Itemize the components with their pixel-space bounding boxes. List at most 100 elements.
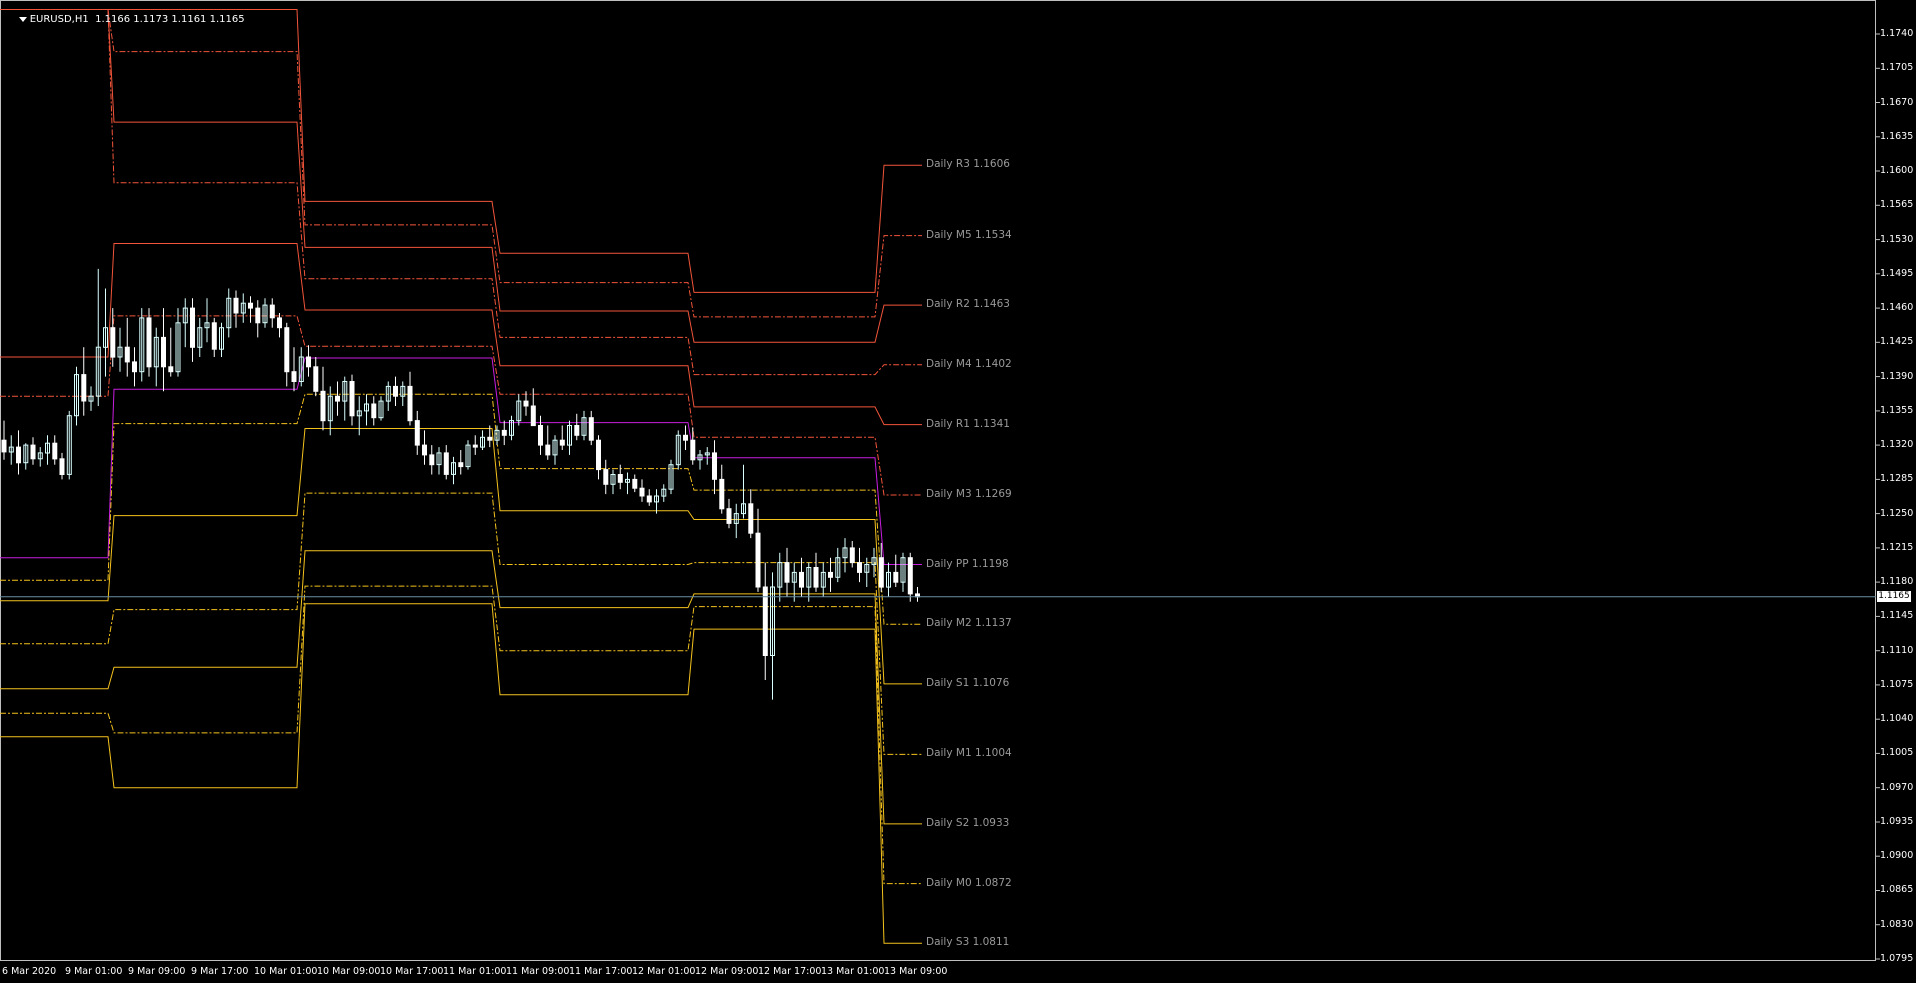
candle [451, 456, 456, 485]
candle-body [907, 557, 913, 595]
candle [596, 435, 601, 480]
candle [407, 371, 413, 426]
candle-body [211, 322, 217, 350]
candle [291, 347, 297, 392]
y-tick-label: 1.1740 [1880, 28, 1914, 39]
candle [733, 503, 739, 539]
candle-body [646, 495, 652, 503]
candle-body [545, 444, 551, 456]
candle [45, 435, 50, 465]
dropdown-arrow-icon[interactable] [18, 16, 27, 22]
candle [320, 366, 326, 431]
pivot-label-m1: Daily M1 1.1004 [926, 747, 1012, 759]
candle-body [501, 429, 507, 436]
candle [277, 313, 282, 338]
pivot-label-r3: Daily R3 1.1606 [926, 158, 1010, 170]
candle [153, 327, 159, 387]
candle-body [146, 317, 152, 368]
candle-body [893, 571, 899, 583]
candle [683, 425, 688, 450]
candle [342, 376, 348, 421]
candle [248, 296, 253, 323]
candle [458, 450, 464, 475]
candle [262, 298, 268, 328]
candle [371, 396, 377, 426]
candle-body [284, 327, 290, 373]
pivot-line-m1 [0, 492, 922, 755]
x-tick-label: 10 Mar 17:00 [380, 966, 444, 977]
y-tick-label: 1.1460 [1880, 302, 1914, 313]
candle [190, 298, 195, 362]
candle-body [30, 444, 36, 460]
y-tick-label: 1.1670 [1880, 97, 1914, 108]
candle [501, 420, 507, 446]
candle-body [233, 297, 239, 314]
x-tick-label: 11 Mar 01:00 [443, 966, 507, 977]
x-tick-label: 9 Mar 01:00 [65, 966, 123, 977]
candle-body [443, 452, 449, 475]
candle-body [588, 417, 594, 441]
candle [603, 459, 609, 495]
candle [349, 374, 355, 426]
candle [820, 562, 826, 597]
candle-body [719, 478, 725, 510]
candle [726, 498, 732, 529]
x-tick-label: 9 Mar 17:00 [191, 966, 249, 977]
candle [697, 450, 703, 470]
candle [632, 474, 638, 493]
candle [755, 508, 761, 592]
candle [204, 298, 210, 343]
candle [8, 435, 14, 465]
candle [436, 447, 442, 475]
candle-body [393, 385, 398, 397]
candle [813, 552, 819, 592]
candle-body [878, 557, 884, 588]
candle-body [349, 381, 355, 417]
candle-body [1, 439, 7, 453]
y-tick-label: 1.1565 [1880, 199, 1914, 210]
candle-body [168, 366, 174, 373]
candle-body [291, 371, 297, 383]
candle [168, 327, 174, 377]
candle [552, 435, 558, 465]
candle [523, 391, 529, 416]
symbol-header[interactable]: EURUSD,H1 1.1166 1.1173 1.1161 1.1165 [6, 3, 245, 36]
candle [16, 430, 21, 475]
pivot-label-m2: Daily M2 1.1137 [926, 617, 1012, 629]
candle-body [255, 307, 261, 324]
candle-body [429, 454, 435, 466]
candle [124, 317, 130, 377]
candle [197, 317, 203, 357]
candle [893, 554, 899, 587]
candle [509, 415, 514, 441]
candle [52, 435, 58, 465]
pivot-label-s3: Daily S3 1.0811 [926, 936, 1010, 948]
pivot-label-pp: Daily PP 1.1198 [926, 558, 1009, 570]
chart-window[interactable]: EURUSD,H1 1.1166 1.1173 1.1161 1.1165 Da… [0, 0, 1916, 983]
x-tick-label: 12 Mar 01:00 [632, 966, 696, 977]
pivot-label-r1: Daily R1 1.1341 [926, 418, 1010, 430]
candle-body [320, 390, 326, 422]
candle [132, 347, 137, 387]
candle [886, 562, 891, 597]
y-tick-label: 1.1705 [1880, 62, 1914, 73]
candle [95, 268, 101, 406]
candle [103, 288, 108, 377]
candle [335, 381, 340, 416]
candle [900, 552, 906, 592]
candle [110, 308, 116, 367]
pivot-label-m0: Daily M0 1.0872 [926, 877, 1012, 889]
pivot-line-m4 [0, 9, 922, 376]
y-tick-label: 1.1005 [1880, 747, 1914, 758]
candle [538, 415, 543, 455]
candle [255, 300, 261, 338]
candle [30, 437, 36, 465]
pivot-label-r2: Daily R2 1.1463 [926, 298, 1010, 310]
symbol-name: EURUSD,H1 [29, 14, 89, 25]
y-tick-label: 1.0970 [1880, 782, 1914, 793]
candle [88, 386, 94, 411]
candle [574, 413, 580, 441]
candle-body [828, 571, 833, 578]
candle-body [574, 425, 580, 436]
candle-body [559, 439, 565, 446]
